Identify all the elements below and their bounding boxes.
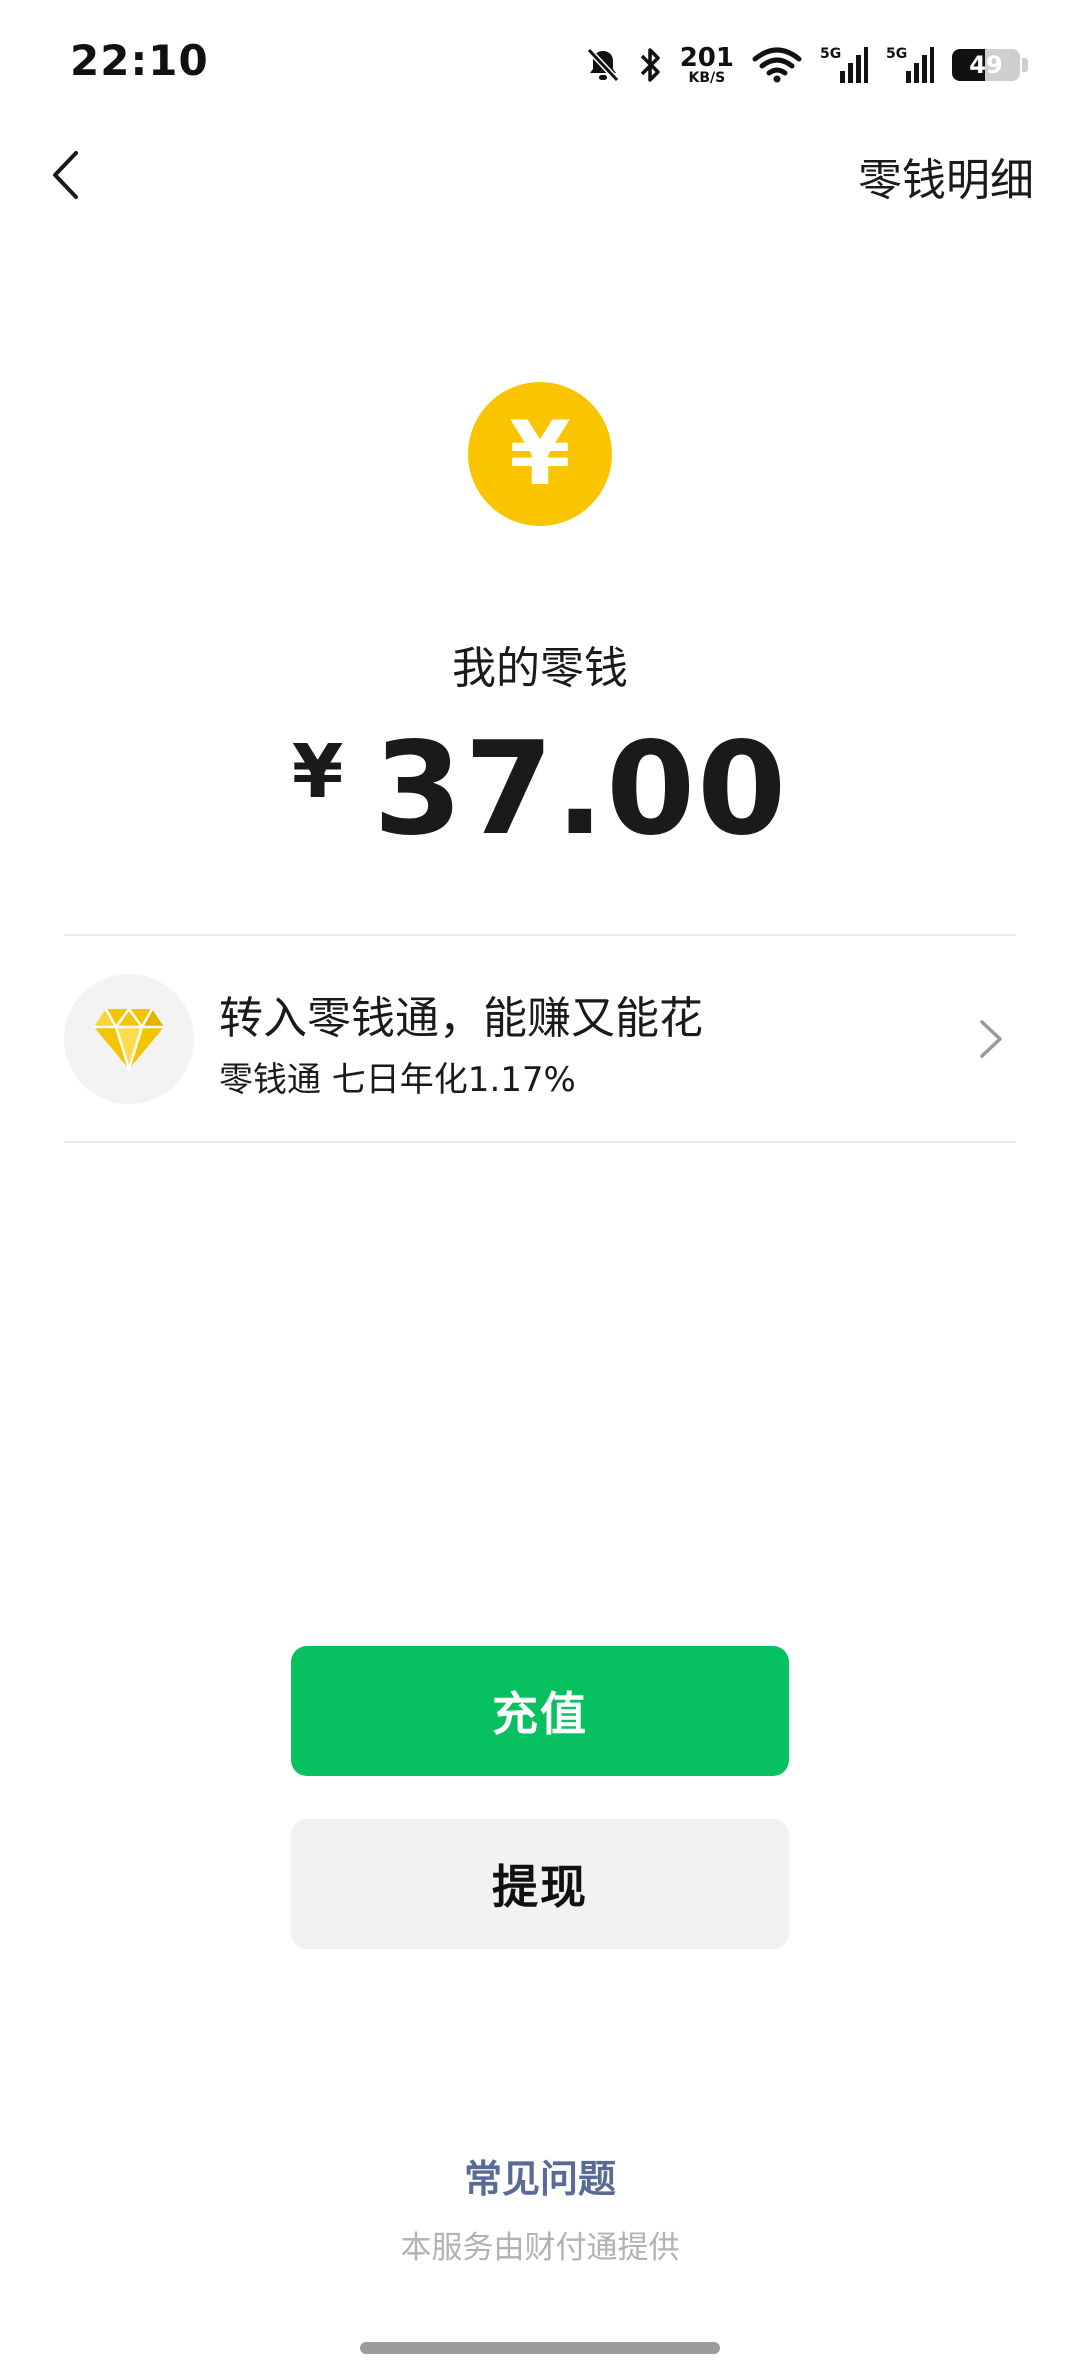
wallet-change-page: 22:10 201 KB/S 5G 5G 49 零钱明细 ¥ 我的零钱 ¥ 37… [0, 0, 1080, 2376]
coin-symbol: ¥ [509, 402, 571, 505]
diamond-badge [64, 974, 194, 1104]
faq-link[interactable]: 常见问题 [0, 2148, 1080, 2203]
currency-symbol: ¥ [291, 729, 344, 815]
status-time: 22:10 [70, 36, 209, 85]
promo-subtitle: 零钱通 七日年化1.17% [219, 1060, 576, 1100]
wifi-icon [752, 47, 802, 83]
status-icons: 201 KB/S 5G 5G 49 [568, 40, 1028, 90]
network-speed-value: 201 [679, 43, 734, 73]
lingqiantong-promo-row[interactable]: 转入零钱通，能赚又能花 零钱通 七日年化1.17% [64, 936, 1016, 1142]
network-speed-unit: KB/S [688, 70, 726, 86]
promo-title: 转入零钱通，能赚又能花 [219, 993, 703, 1044]
signal-icon: 5G [820, 46, 868, 83]
signal-1-label: 5G [820, 46, 841, 62]
battery-cap [1022, 58, 1028, 72]
signal-2-label: 5G [886, 46, 907, 62]
battery-icon: 49 [952, 49, 1020, 81]
coin-icon: ¥ [468, 382, 612, 526]
network-speed: 201 KB/S [680, 45, 734, 85]
chevron-left-icon [53, 151, 78, 199]
back-button[interactable] [30, 140, 100, 210]
bluetooth-icon [640, 48, 660, 82]
divider-bottom [64, 1141, 1016, 1143]
diamond-icon [94, 1007, 164, 1071]
balance-amount: ¥37.00 [0, 715, 1080, 864]
balance-value: 37.00 [373, 715, 789, 864]
recharge-button[interactable]: 充值 [291, 1646, 789, 1776]
battery-level: 49 [969, 51, 1003, 79]
withdraw-button[interactable]: 提现 [291, 1819, 789, 1949]
status-bar: 22:10 201 KB/S 5G 5G 49 [0, 0, 1080, 120]
signal-icon: 5G [886, 46, 934, 83]
change-details-link[interactable]: 零钱明细 [858, 144, 1034, 208]
balance-label: 我的零钱 [452, 643, 628, 694]
provider-note: 本服务由财付通提供 [400, 2230, 680, 2266]
home-indicator[interactable] [360, 2342, 720, 2354]
chevron-right-icon [980, 1020, 1002, 1058]
bell-muted-icon [586, 47, 619, 83]
